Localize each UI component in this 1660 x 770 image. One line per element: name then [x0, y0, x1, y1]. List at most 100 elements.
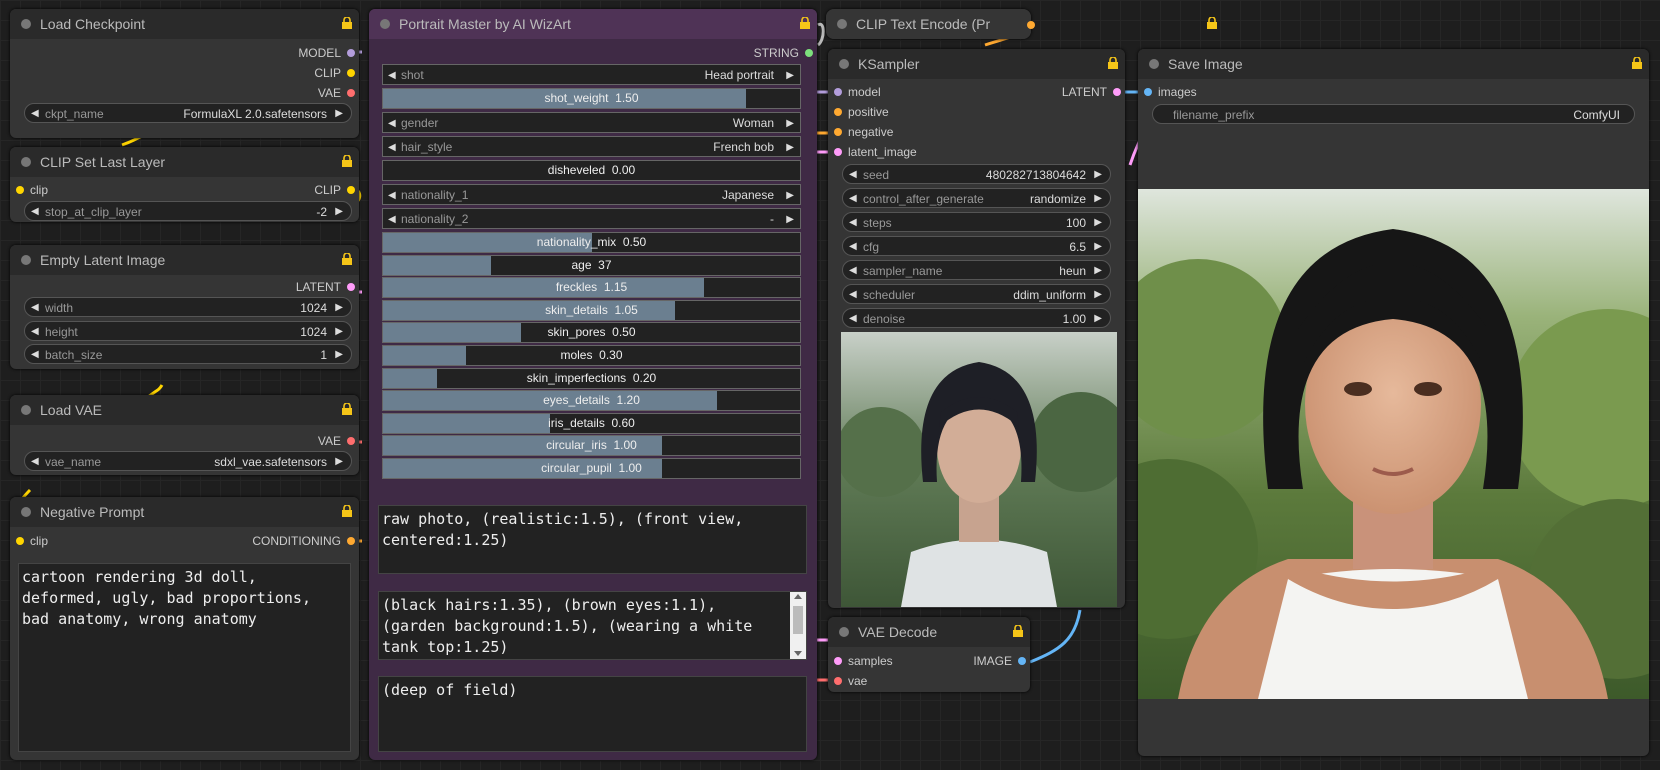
arrow-left-icon[interactable]: ◀: [849, 213, 857, 233]
collapse-dot-icon[interactable]: [380, 19, 390, 29]
arrow-right-icon[interactable]: ▶: [786, 65, 794, 86]
arrow-right-icon[interactable]: ▶: [335, 104, 343, 124]
arrow-right-icon[interactable]: ▶: [786, 113, 794, 134]
input-connector[interactable]: [834, 148, 842, 156]
input-connector[interactable]: [16, 537, 24, 545]
height-number[interactable]: ◀ height 1024 ▶: [24, 321, 352, 341]
output-latent[interactable]: LATENT: [296, 278, 359, 296]
arrow-right-icon[interactable]: ▶: [335, 345, 343, 365]
output-vae[interactable]: VAE: [318, 84, 359, 102]
ckpt-name-combo[interactable]: ◀ ckpt_name FormulaXL 2.0.safetensors ▶: [24, 103, 352, 123]
collapse-dot-icon[interactable]: [21, 19, 31, 29]
output-string[interactable]: STRING: [754, 44, 817, 62]
output-connector[interactable]: [1113, 88, 1121, 96]
lock-icon[interactable]: [341, 155, 353, 167]
arrow-right-icon[interactable]: ▶: [335, 452, 343, 472]
arrow-left-icon[interactable]: ◀: [388, 65, 396, 86]
moles-slider[interactable]: moles 0.30: [382, 345, 801, 366]
input-model[interactable]: model: [828, 83, 881, 101]
arrow-right-icon[interactable]: ▶: [335, 202, 343, 222]
age-slider[interactable]: age 37: [382, 254, 801, 276]
node-title-bar[interactable]: Portrait Master by AI WizArt: [369, 9, 817, 39]
arrow-left-icon[interactable]: ◀: [849, 237, 857, 257]
output-model[interactable]: MODEL: [298, 44, 359, 62]
input-vae[interactable]: vae: [828, 672, 867, 690]
scrollbar-thumb[interactable]: [793, 606, 803, 634]
nationality-2-combo[interactable]: ◀ nationality_2- ▶: [382, 208, 801, 229]
collapse-dot-icon[interactable]: [21, 405, 31, 415]
denoise-number[interactable]: ◀ denoise 1.00 ▶: [842, 308, 1111, 328]
node-title-bar[interactable]: Empty Latent Image: [10, 245, 359, 275]
arrow-right-icon[interactable]: ▶: [1094, 189, 1102, 209]
output-connector[interactable]: [347, 537, 355, 545]
skin-imperfections-slider[interactable]: skin_imperfections 0.20: [382, 367, 801, 389]
output-connector[interactable]: [347, 437, 355, 445]
ksampler-node[interactable]: KSampler model LATENT positive negative …: [828, 49, 1125, 608]
circular-pupil-slider[interactable]: circular_pupil 1.00: [382, 458, 801, 479]
input-connector[interactable]: [834, 88, 842, 96]
filename-prefix-text[interactable]: filename_prefix ComfyUI: [1152, 104, 1635, 124]
arrow-left-icon[interactable]: ◀: [849, 165, 857, 185]
collapse-dot-icon[interactable]: [839, 59, 849, 69]
node-title-bar[interactable]: KSampler: [828, 49, 1125, 79]
lock-icon[interactable]: [1631, 57, 1643, 69]
cfg-number[interactable]: ◀ cfg 6.5 ▶: [842, 236, 1111, 256]
steps-number[interactable]: ◀ steps 100 ▶: [842, 212, 1111, 232]
lock-icon[interactable]: [341, 253, 353, 265]
arrow-right-icon[interactable]: ▶: [1094, 213, 1102, 233]
arrow-right-icon[interactable]: ▶: [1094, 285, 1102, 305]
arrow-left-icon[interactable]: ◀: [388, 209, 396, 230]
prompt-text-3[interactable]: (deep of field): [378, 676, 807, 752]
output-image[interactable]: [1138, 189, 1649, 699]
collapse-dot-icon[interactable]: [21, 507, 31, 517]
control-after-generate-combo[interactable]: ◀ control_after_generate randomize ▶: [842, 188, 1111, 208]
arrow-left-icon[interactable]: ◀: [849, 189, 857, 209]
output-clip[interactable]: CLIP: [314, 181, 359, 199]
input-positive[interactable]: positive: [828, 103, 889, 121]
output-connector[interactable]: [347, 89, 355, 97]
prompt-text-2[interactable]: (black hairs:1.35), (brown eyes:1.1), (g…: [378, 591, 807, 660]
vae-decode-node[interactable]: VAE Decode samples IMAGE vae: [828, 617, 1030, 692]
nationality-mix-slider[interactable]: nationality_mix 0.50: [382, 232, 801, 253]
skin-pores-slider[interactable]: skin_pores 0.50: [382, 322, 801, 344]
input-connector[interactable]: [16, 186, 24, 194]
scrollbar[interactable]: [790, 592, 806, 659]
arrow-right-icon[interactable]: ▶: [786, 209, 794, 230]
node-title-bar[interactable]: CLIP Text Encode (Pr: [826, 9, 1031, 39]
scroll-up-icon[interactable]: [794, 594, 802, 599]
arrow-right-icon[interactable]: ▶: [786, 137, 794, 158]
batch-size-number[interactable]: ◀ batch_size 1 ▶: [24, 344, 352, 364]
collapse-dot-icon[interactable]: [21, 255, 31, 265]
arrow-right-icon[interactable]: ▶: [1094, 261, 1102, 281]
output-image[interactable]: IMAGE: [973, 652, 1030, 670]
arrow-left-icon[interactable]: ◀: [31, 104, 39, 124]
arrow-left-icon[interactable]: ◀: [849, 285, 857, 305]
load-vae-node[interactable]: Load VAE VAE ◀ vae_name sdxl_vae.safetenso…: [10, 395, 359, 475]
output-connector[interactable]: [805, 49, 813, 57]
arrow-left-icon[interactable]: ◀: [31, 345, 39, 365]
arrow-right-icon[interactable]: ▶: [335, 298, 343, 318]
disheveled-slider[interactable]: disheveled 0.00: [382, 160, 801, 181]
arrow-left-icon[interactable]: ◀: [388, 137, 396, 158]
lock-icon[interactable]: [341, 17, 353, 29]
empty-latent-image-node[interactable]: Empty Latent Image LATENT ◀ width 1024 ▶ ◀ h…: [10, 245, 359, 369]
output-connector[interactable]: [347, 69, 355, 77]
eyes-details-slider[interactable]: eyes_details 1.20: [382, 390, 801, 412]
lock-icon[interactable]: [1012, 625, 1024, 637]
input-connector[interactable]: [834, 128, 842, 136]
node-title-bar[interactable]: Save Image: [1138, 49, 1649, 79]
arrow-right-icon[interactable]: ▶: [335, 322, 343, 342]
collapse-dot-icon[interactable]: [1149, 59, 1159, 69]
iris-details-slider[interactable]: iris_details 0.60: [382, 412, 801, 434]
arrow-left-icon[interactable]: ◀: [31, 298, 39, 318]
seed-number[interactable]: ◀ seed 480282713804642 ▶: [842, 164, 1111, 184]
input-images[interactable]: images: [1138, 83, 1197, 101]
collapse-dot-icon[interactable]: [837, 19, 847, 29]
input-clip[interactable]: clip: [10, 181, 48, 199]
collapse-dot-icon[interactable]: [21, 157, 31, 167]
node-title-bar[interactable]: VAE Decode: [828, 617, 1030, 647]
lock-icon[interactable]: [799, 17, 811, 29]
shot-weight-slider[interactable]: shot_weight 1.50: [382, 88, 801, 109]
arrow-right-icon[interactable]: ▶: [1094, 309, 1102, 329]
prompt-text-1[interactable]: raw photo, (realistic:1.5), (front view,…: [378, 505, 807, 574]
